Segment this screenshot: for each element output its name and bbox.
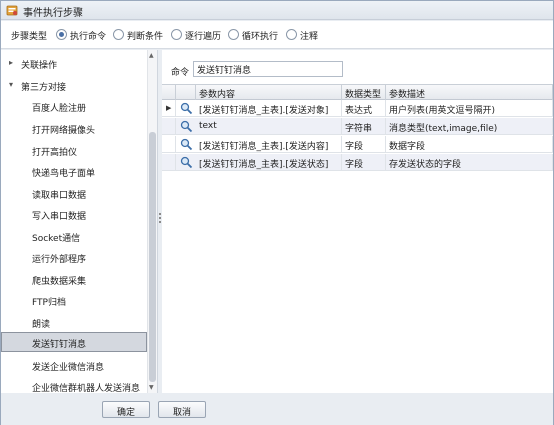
command-label: 命令 <box>171 68 190 78</box>
column-header-desc[interactable]: 参数描述 <box>386 85 553 100</box>
table-row[interactable]: ▶ [发送钉钉消息_主表].[发送对象] 表达式 用户列表(用英文逗号隔开) <box>162 100 553 117</box>
window-title: 事件执行步骤 <box>23 8 83 19</box>
command-field[interactable] <box>193 61 343 77</box>
tree-item[interactable]: 企业微信群机器人发送消息 <box>1 377 147 393</box>
row-indicator <box>162 118 176 135</box>
tree-group-third-party[interactable]: ▾ 第三方对接 <box>1 76 147 94</box>
radio-label: 判断条件 <box>127 32 164 42</box>
cell-desc[interactable]: 用户列表(用英文逗号隔开) <box>386 100 553 117</box>
tree-item-label: 爬虫数据采集 <box>32 277 87 287</box>
tree-item-label: Socket通信 <box>32 234 81 244</box>
radio-label: 逐行遍历 <box>185 32 222 42</box>
tree-item[interactable]: 快递鸟电子面单 <box>1 162 147 180</box>
tree-item[interactable]: FTP归档 <box>1 291 147 309</box>
tree-item-label: 百度人脸注册 <box>32 104 87 114</box>
tree-item-label: 发送企业微信消息 <box>32 363 105 373</box>
header-button-cell <box>176 85 196 100</box>
current-row-arrow-icon: ▶ <box>166 104 172 112</box>
tree-item-label: FTP归档 <box>32 298 66 308</box>
tree-item-label: 快递鸟电子面单 <box>32 169 96 179</box>
tree-item-label: 运行外部程序 <box>32 255 87 265</box>
tree-group-label: 关联操作 <box>21 61 58 71</box>
tree-item[interactable]: 打开高拍仪 <box>1 141 147 159</box>
step-type-bar: 步骤类型 执行命令 判断条件 逐行遍历 循环执行 注释 <box>1 21 553 49</box>
row-indicator <box>162 136 176 153</box>
radio-label: 执行命令 <box>70 32 107 42</box>
radio-dot[interactable] <box>113 29 124 40</box>
parameter-grid: 参数内容 数据类型 参数描述 ▶ [发送钉钉消息_主表].[发送对象] 表达式 … <box>162 84 553 387</box>
tree-item-label: 读取串口数据 <box>32 191 87 201</box>
cell-type[interactable]: 字段 <box>342 136 386 153</box>
dialog-window: 事件执行步骤 步骤类型 执行命令 判断条件 逐行遍历 循环执行 注释 ▸ 关联操… <box>0 0 554 425</box>
cell-content[interactable]: [发送钉钉消息_主表].[发送状态] <box>196 154 342 171</box>
cell-desc[interactable]: 存发送状态的字段 <box>386 154 553 171</box>
column-header-content[interactable]: 参数内容 <box>196 85 342 100</box>
triangle-down-icon[interactable]: ▾ <box>9 80 13 89</box>
tree-group-label: 第三方对接 <box>21 83 67 93</box>
search-icon[interactable] <box>180 138 193 151</box>
scrollbar-thumb[interactable] <box>149 132 156 382</box>
tree-item-label: 打开高拍仪 <box>32 148 78 158</box>
scroll-up-icon[interactable]: ▲ <box>149 52 154 59</box>
cell-type[interactable]: 字段 <box>342 154 386 171</box>
cell-type[interactable]: 字符串 <box>342 118 386 135</box>
table-row[interactable]: [发送钉钉消息_主表].[发送内容] 字段 数据字段 <box>162 136 553 153</box>
radio-dot-checked[interactable] <box>56 29 67 40</box>
tree-group-linked-ops[interactable]: ▸ 关联操作 <box>1 54 147 72</box>
tree-scrollbar[interactable]: ▲ ▼ <box>147 50 157 393</box>
tree-item[interactable]: 运行外部程序 <box>1 248 147 266</box>
row-indicator <box>162 154 176 171</box>
row-indicator: ▶ <box>162 100 176 117</box>
parameter-panel: 命令 参数内容 数据类型 参数描述 ▶ [发送钉钉消息_主表].[发送对象] 表… <box>162 50 553 393</box>
table-row[interactable]: [发送钉钉消息_主表].[发送状态] 字段 存发送状态的字段 <box>162 154 553 171</box>
title-bar: 事件执行步骤 <box>1 1 553 20</box>
scroll-down-icon[interactable]: ▼ <box>149 384 154 391</box>
ok-button[interactable]: 确定 <box>102 401 150 418</box>
search-icon[interactable] <box>180 120 193 133</box>
cell-desc[interactable]: 数据字段 <box>386 136 553 153</box>
tree-item-selected[interactable]: 发送钉钉消息 <box>1 332 147 352</box>
step-type-label: 步骤类型 <box>11 32 48 42</box>
cell-content[interactable]: text <box>196 118 342 135</box>
tree-item-label: 打开网络摄像头 <box>32 126 96 136</box>
cell-content[interactable]: [发送钉钉消息_主表].[发送对象] <box>196 100 342 117</box>
tree-item[interactable]: Socket通信 <box>1 227 147 245</box>
command-tree: ▸ 关联操作 ▾ 第三方对接 百度人脸注册 打开网络摄像头 打开高拍仪 快递鸟电… <box>1 50 158 393</box>
cancel-button[interactable]: 取消 <box>158 401 206 418</box>
table-row[interactable]: text 字符串 消息类型(text,image,file) <box>162 118 553 135</box>
tree-item[interactable]: 百度人脸注册 <box>1 97 147 115</box>
tree-item-label: 朗读 <box>32 320 51 330</box>
tree-item-label: 发送钉钉消息 <box>32 340 87 350</box>
tree-item-label: 写入串口数据 <box>32 212 87 222</box>
radio-dot[interactable] <box>286 29 297 40</box>
column-header-type[interactable]: 数据类型 <box>342 85 386 100</box>
tree-item[interactable]: 发送企业微信消息 <box>1 356 147 374</box>
cell-content[interactable]: [发送钉钉消息_主表].[发送内容] <box>196 136 342 153</box>
cell-desc[interactable]: 消息类型(text,image,file) <box>386 118 553 135</box>
grid-header: 参数内容 数据类型 参数描述 <box>162 85 553 100</box>
radio-label: 注释 <box>300 32 319 42</box>
search-icon[interactable] <box>180 156 193 169</box>
cell-type[interactable]: 表达式 <box>342 100 386 117</box>
radio-dot[interactable] <box>171 29 182 40</box>
triangle-right-icon[interactable]: ▸ <box>9 58 13 67</box>
radio-dot[interactable] <box>228 29 239 40</box>
tree-item[interactable]: 朗读 <box>1 313 147 331</box>
app-icon <box>6 5 18 16</box>
tree-item[interactable]: 写入串口数据 <box>1 205 147 223</box>
tree-item[interactable]: 读取串口数据 <box>1 184 147 202</box>
header-indicator-cell <box>162 85 176 100</box>
search-icon[interactable] <box>180 102 193 115</box>
tree-item[interactable]: 爬虫数据采集 <box>1 270 147 288</box>
tree-item-label: 企业微信群机器人发送消息 <box>32 384 141 393</box>
dialog-footer: 确定 取消 <box>1 394 553 425</box>
tree-item[interactable]: 打开网络摄像头 <box>1 119 147 137</box>
radio-label: 循环执行 <box>242 32 279 42</box>
